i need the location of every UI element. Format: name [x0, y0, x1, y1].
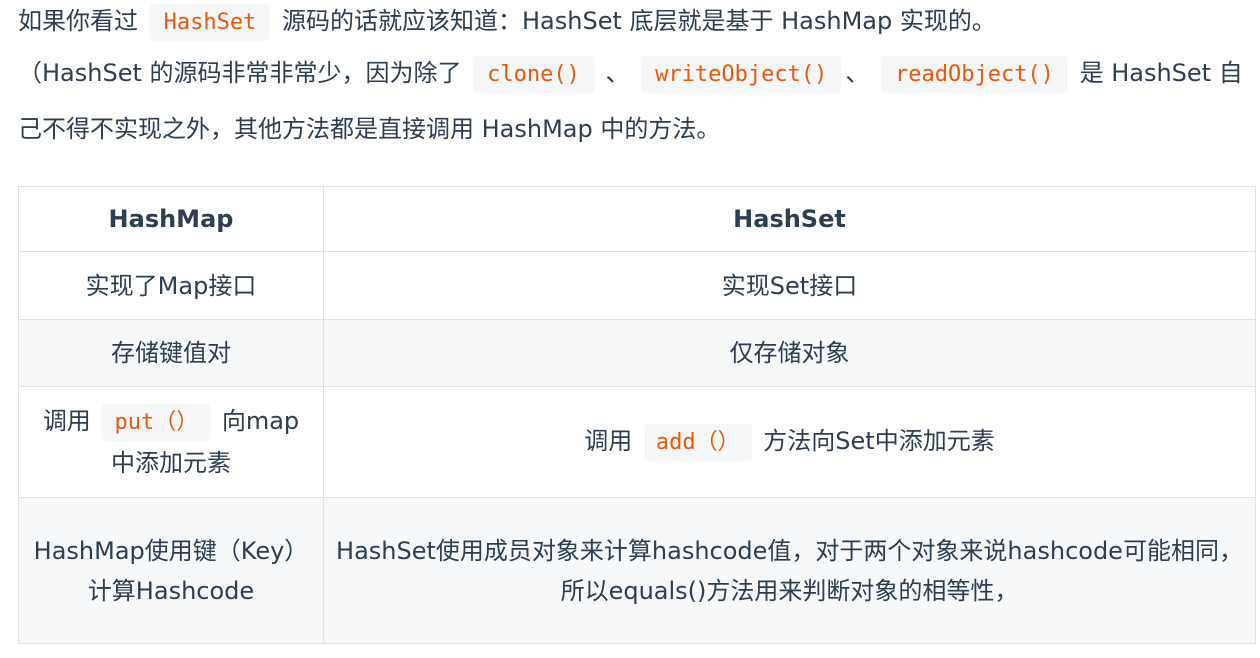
- table-row: 调用 put（） 向map中添加元素 调用 add（） 方法向Set中添加元素: [18, 386, 1256, 498]
- table-header-row: HashMap HashSet: [18, 186, 1256, 252]
- source-note-paragraph: （HashSet 的源码非常非常少，因为除了 clone() 、 writeOb…: [18, 46, 1256, 156]
- table-row: 存储键值对 仅存储对象: [18, 319, 1256, 387]
- cell-hashset-interface: 实现Set接口: [323, 251, 1256, 320]
- inline-code-readobject: readObject(): [880, 56, 1068, 93]
- cell-hashset-add: 调用 add（） 方法向Set中添加元素: [323, 386, 1256, 498]
- inline-code-writeobject: writeObject(): [641, 56, 842, 93]
- table-row: HashMap使用键（Key）计算Hashcode HashSet使用成员对象来…: [18, 497, 1256, 644]
- cell-text: 方法向Set中添加元素: [763, 427, 995, 455]
- article-content: 如果你看过 HashSet 源码的话就应该知道：HashSet 底层就是基于 H…: [18, 0, 1256, 644]
- cell-hashmap-storage: 存储键值对: [18, 319, 324, 387]
- cell-hashmap-interface: 实现了Map接口: [18, 251, 324, 320]
- inline-code-add: add（）: [643, 424, 752, 461]
- cell-hashset-hashcode: HashSet使用成员对象来计算hashcode值，对于两个对象来说hashco…: [323, 497, 1256, 644]
- inline-code-hashset: HashSet: [149, 4, 271, 41]
- cell-hashset-storage: 仅存储对象: [323, 319, 1256, 387]
- separator-2: 、: [845, 59, 870, 87]
- intro-text-before: 如果你看过: [18, 7, 138, 35]
- comparison-table: HashMap HashSet 实现了Map接口 实现Set接口 存储键值对 仅…: [18, 186, 1256, 644]
- note-text-start: （HashSet 的源码非常非常少，因为除了: [18, 59, 462, 87]
- inline-code-clone: clone(): [473, 56, 594, 93]
- cell-hashmap-add: 调用 put（） 向map中添加元素: [18, 386, 324, 498]
- table-row: 实现了Map接口 实现Set接口: [18, 251, 1256, 320]
- separator-1: 、: [605, 59, 630, 87]
- cell-hashmap-hashcode: HashMap使用键（Key）计算Hashcode: [18, 497, 324, 644]
- intro-text-after: 源码的话就应该知道：HashSet 底层就是基于 HashMap 实现的。: [282, 7, 996, 35]
- inline-code-put: put（）: [102, 404, 211, 441]
- header-hashset: HashSet: [323, 186, 1256, 252]
- cell-text: 调用: [42, 407, 91, 435]
- intro-paragraph: 如果你看过 HashSet 源码的话就应该知道：HashSet 底层就是基于 H…: [18, 0, 1256, 50]
- header-hashmap: HashMap: [18, 186, 324, 252]
- cell-text: 调用: [584, 427, 633, 455]
